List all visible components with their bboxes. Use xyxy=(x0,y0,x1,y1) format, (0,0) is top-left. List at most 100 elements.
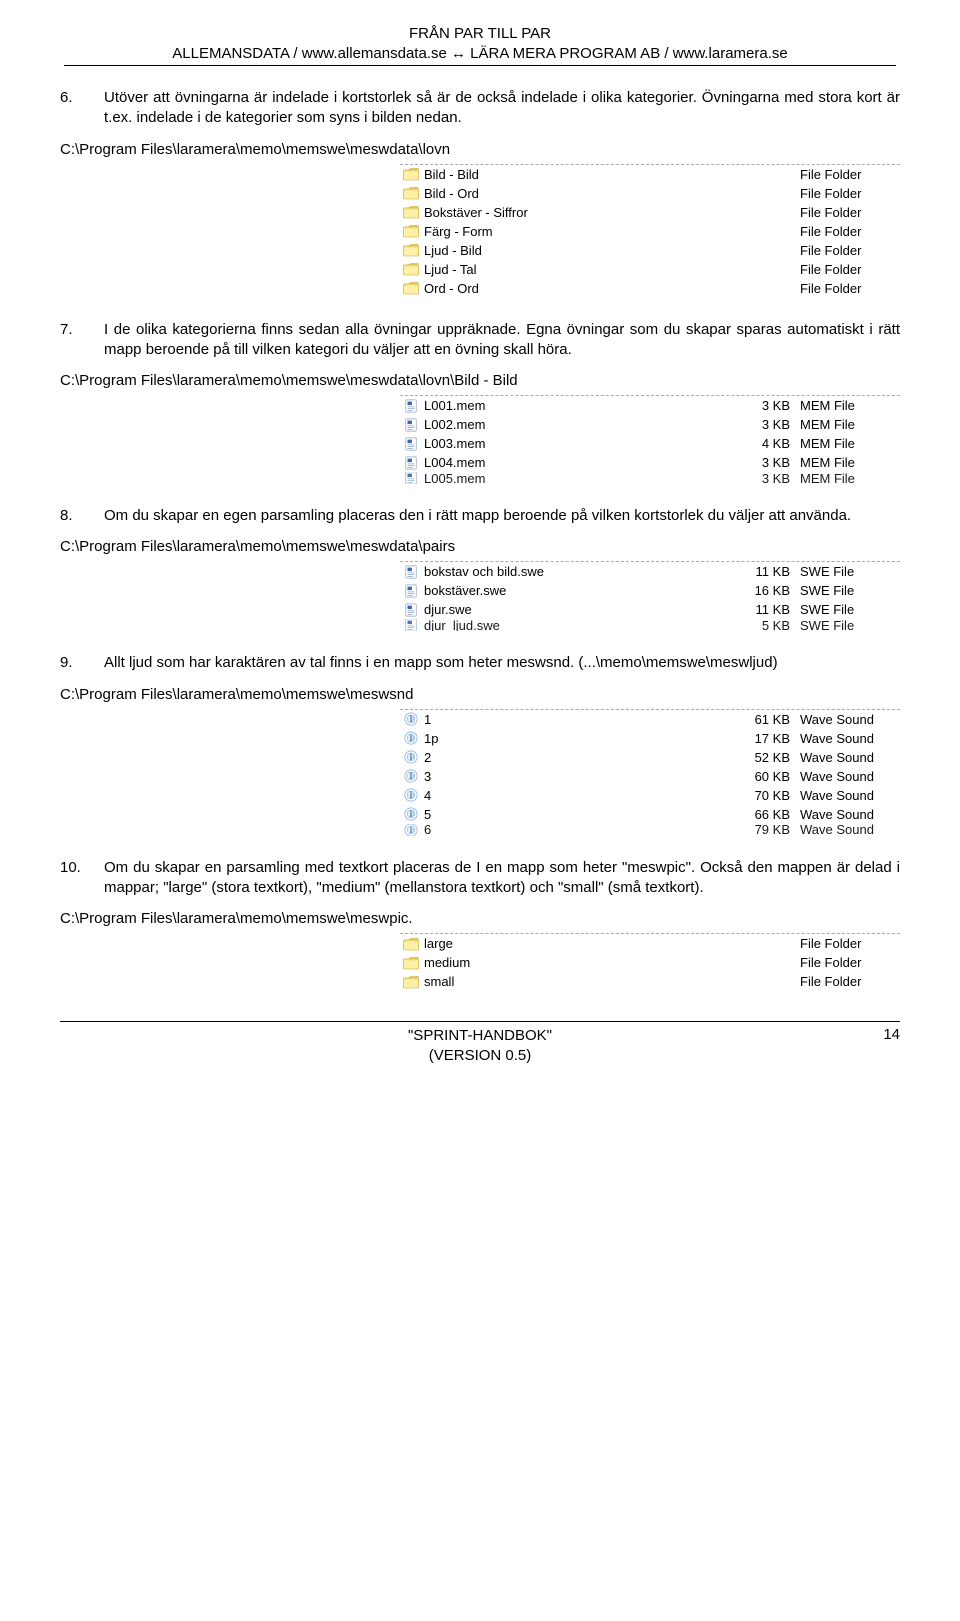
folder-icon xyxy=(403,975,419,989)
file-name: large xyxy=(422,936,730,951)
file-size: 11 KB xyxy=(730,602,800,617)
section-text: Utöver att övningarna är indelade i kort… xyxy=(104,88,900,129)
list-item[interactable]: 4 70 KB Wave Sound xyxy=(400,786,900,805)
section-number: 7. xyxy=(60,320,104,340)
file-name: 4 xyxy=(422,788,730,803)
file-type: File Folder xyxy=(800,936,900,951)
file-name: L003.mem xyxy=(422,436,730,451)
file-size: 3 KB xyxy=(730,417,800,432)
file-size: 61 KB xyxy=(730,712,800,727)
list-item[interactable]: 2 52 KB Wave Sound xyxy=(400,748,900,767)
file-name: bokstav och bild.swe xyxy=(422,564,730,579)
file-type: Wave Sound xyxy=(800,807,900,822)
list-item[interactable]: L005.mem 3 KB MEM File xyxy=(400,472,900,484)
list-item[interactable]: 6 79 KB Wave Sound xyxy=(400,824,900,836)
file-type: MEM File xyxy=(800,472,900,484)
list-item[interactable]: L001.mem 3 KB MEM File xyxy=(400,396,900,415)
page-number: 14 xyxy=(860,1026,900,1043)
sound-file-icon xyxy=(403,824,419,836)
file-name: djur.swe xyxy=(422,602,730,617)
list-item[interactable]: bokstäver.swe 16 KB SWE File xyxy=(400,581,900,600)
list-item[interactable]: bokstav och bild.swe 11 KB SWE File xyxy=(400,562,900,581)
list-item[interactable]: 5 66 KB Wave Sound xyxy=(400,805,900,824)
file-size: 3 KB xyxy=(730,455,800,470)
list-item[interactable]: Ljud - Bild File Folder xyxy=(400,241,900,260)
numbered-section: 9. Allt ljud som har karaktären av tal f… xyxy=(60,653,900,835)
file-type: File Folder xyxy=(800,974,900,989)
file-type: MEM File xyxy=(800,455,900,470)
file-type: MEM File xyxy=(800,398,900,413)
header-title: FRÅN PAR TILL PAR xyxy=(60,24,900,44)
file-type: File Folder xyxy=(800,186,900,201)
folder-icon xyxy=(403,167,419,181)
folder-icon xyxy=(403,281,419,295)
file-type: Wave Sound xyxy=(800,824,900,836)
file-name: small xyxy=(422,974,730,989)
file-type: File Folder xyxy=(800,281,900,296)
folder-icon xyxy=(403,937,419,951)
file-listing: large File Folder medium File Folder sma… xyxy=(400,933,900,991)
file-path: C:\Program Files\laramera\memo\memswe\me… xyxy=(60,538,900,555)
file-type: Wave Sound xyxy=(800,769,900,784)
file-name: Bokstäver - Siffror xyxy=(422,205,730,220)
file-name: Bild - Ord xyxy=(422,186,730,201)
document-file-icon xyxy=(403,603,419,617)
file-listing: L001.mem 3 KB MEM File L002.mem 3 KB MEM… xyxy=(400,395,900,484)
list-item[interactable]: Ljud - Tal File Folder xyxy=(400,260,900,279)
page-header: FRÅN PAR TILL PAR ALLEMANSDATA / www.all… xyxy=(60,24,900,66)
file-listing: bokstav och bild.swe 11 KB SWE File boks… xyxy=(400,561,900,631)
file-type: SWE File xyxy=(800,564,900,579)
file-name: 1 xyxy=(422,712,730,727)
file-type: File Folder xyxy=(800,205,900,220)
list-item[interactable]: djur.swe 11 KB SWE File xyxy=(400,600,900,619)
file-name: Ord - Ord xyxy=(422,281,730,296)
sound-file-icon xyxy=(403,807,419,821)
list-item[interactable]: medium File Folder xyxy=(400,953,900,972)
document-file-icon xyxy=(403,584,419,598)
file-size: 16 KB xyxy=(730,583,800,598)
file-name: L005.mem xyxy=(422,472,730,484)
file-size: 79 KB xyxy=(730,824,800,836)
file-type: File Folder xyxy=(800,224,900,239)
footer-version: (VERSION 0.5) xyxy=(100,1046,860,1066)
section-number: 9. xyxy=(60,653,104,673)
footer-title: "SPRINT-HANDBOK" xyxy=(100,1026,860,1046)
file-name: 6 xyxy=(422,824,730,836)
file-type: SWE File xyxy=(800,619,900,631)
numbered-section: 7. I de olika kategorierna finns sedan a… xyxy=(60,320,900,485)
list-item[interactable]: djur_ljud.swe 5 KB SWE File xyxy=(400,619,900,631)
list-item[interactable]: Bokstäver - Siffror File Folder xyxy=(400,203,900,222)
section-number: 10. xyxy=(60,858,104,878)
list-item[interactable]: Färg - Form File Folder xyxy=(400,222,900,241)
list-item[interactable]: small File Folder xyxy=(400,972,900,991)
file-name: djur_ljud.swe xyxy=(422,619,730,631)
sound-file-icon xyxy=(403,712,419,726)
file-name: 3 xyxy=(422,769,730,784)
file-path: C:\Program Files\laramera\memo\memswe\me… xyxy=(60,372,900,389)
folder-icon xyxy=(403,243,419,257)
list-item[interactable]: 1p 17 KB Wave Sound xyxy=(400,729,900,748)
file-size: 5 KB xyxy=(730,619,800,631)
list-item[interactable]: 1 61 KB Wave Sound xyxy=(400,710,900,729)
folder-icon xyxy=(403,205,419,219)
list-item[interactable]: Ord - Ord File Folder xyxy=(400,279,900,298)
list-item[interactable]: large File Folder xyxy=(400,934,900,953)
file-size: 4 KB xyxy=(730,436,800,451)
file-type: File Folder xyxy=(800,955,900,970)
list-item[interactable]: L002.mem 3 KB MEM File xyxy=(400,415,900,434)
file-listing: Bild - Bild File Folder Bild - Ord File … xyxy=(400,164,900,298)
list-item[interactable]: 3 60 KB Wave Sound xyxy=(400,767,900,786)
document-file-icon xyxy=(403,619,419,631)
file-type: File Folder xyxy=(800,243,900,258)
file-type: File Folder xyxy=(800,167,900,182)
list-item[interactable]: Bild - Bild File Folder xyxy=(400,165,900,184)
file-path: C:\Program Files\laramera\memo\memswe\me… xyxy=(60,686,900,703)
list-item[interactable]: L004.mem 3 KB MEM File xyxy=(400,453,900,472)
file-size: 60 KB xyxy=(730,769,800,784)
list-item[interactable]: L003.mem 4 KB MEM File xyxy=(400,434,900,453)
file-name: Färg - Form xyxy=(422,224,730,239)
section-number: 8. xyxy=(60,506,104,526)
folder-icon xyxy=(403,186,419,200)
file-type: SWE File xyxy=(800,583,900,598)
list-item[interactable]: Bild - Ord File Folder xyxy=(400,184,900,203)
